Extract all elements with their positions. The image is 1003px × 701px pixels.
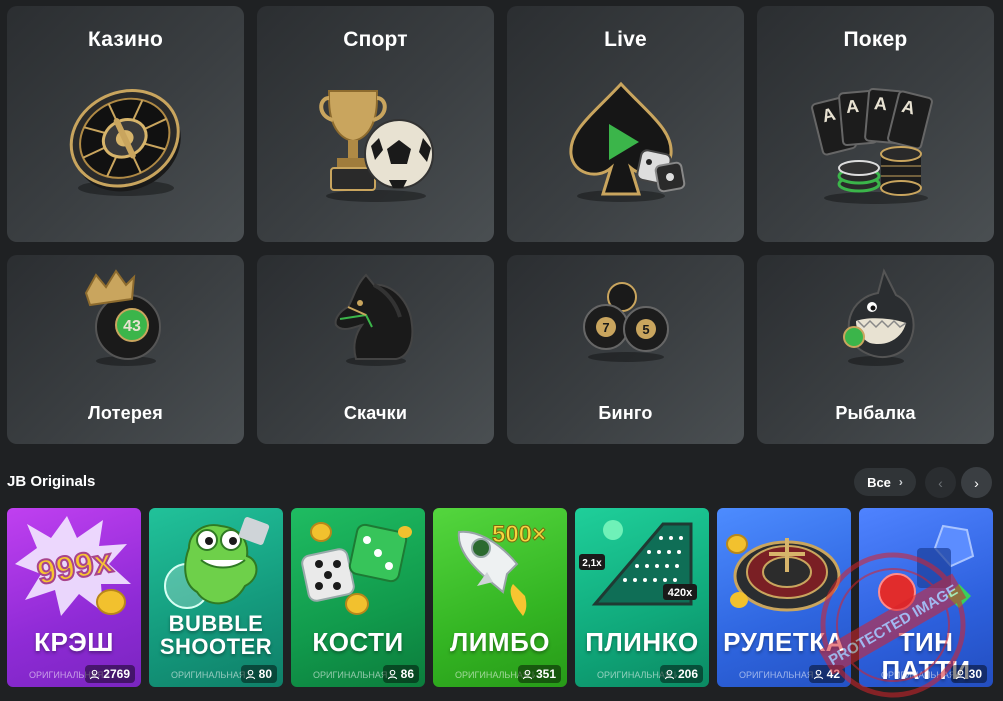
category-sport[interactable]: Спорт xyxy=(257,6,494,242)
spade-play-icon xyxy=(568,81,685,202)
originals-carousel: 999x КРЭШ ОРИГИНАЛЬНАЯ ИГРА 2769 BUBBLE … xyxy=(7,508,993,687)
multiplier-text: 420x xyxy=(668,587,693,599)
category-live[interactable]: Live xyxy=(507,6,744,242)
carousel-prev-button[interactable]: ‹ xyxy=(925,467,956,498)
player-count: 80 xyxy=(258,667,272,681)
game-title: КРЭШ xyxy=(34,627,114,657)
user-icon xyxy=(955,669,965,679)
chevron-right-icon: › xyxy=(974,474,979,491)
category-lottery[interactable]: 43 Лотерея xyxy=(7,255,244,444)
originals-header: JB Originals Все › ‹ › xyxy=(7,466,994,498)
user-icon xyxy=(245,669,255,679)
category-label: Покер xyxy=(843,28,908,51)
game-title: BUBBLE SHOOTER xyxy=(159,611,273,659)
horse-head-icon xyxy=(334,273,413,366)
game-card-roulette[interactable]: РУЛЕТКА ОРИГИНАЛЬНАЯ ИГРА 42 xyxy=(717,508,851,687)
category-label: Спорт xyxy=(343,28,408,51)
player-count: 42 xyxy=(826,667,840,681)
rocket-art: 500× xyxy=(457,521,547,616)
roulette-wheel-icon xyxy=(69,89,181,196)
user-icon xyxy=(813,669,823,679)
category-poker[interactable]: Покер A A A A xyxy=(757,6,994,242)
bingo-ball-number: 5 xyxy=(642,322,649,337)
user-icon xyxy=(387,669,397,679)
player-count-badge: 42 xyxy=(808,665,845,683)
category-label: Казино xyxy=(87,28,164,51)
roulette-art xyxy=(726,534,841,612)
section-title: JB Originals xyxy=(7,473,96,490)
player-count-badge: 30 xyxy=(950,665,987,683)
player-count-badge: 206 xyxy=(659,665,703,683)
dice-art xyxy=(301,522,412,615)
playing-cards-chips-icon: A A A A xyxy=(810,87,933,204)
category-label: Скачки xyxy=(343,403,408,423)
lottery-ball-number: 43 xyxy=(123,318,141,335)
player-count: 86 xyxy=(400,667,414,681)
category-label: Live xyxy=(604,28,647,51)
category-casino[interactable]: Казино xyxy=(7,6,244,242)
trophy-football-icon xyxy=(318,90,434,202)
user-icon xyxy=(90,669,100,679)
game-title: ЛИМБО xyxy=(450,627,550,657)
user-icon xyxy=(664,669,675,679)
crash-art: 999x xyxy=(15,516,131,616)
category-label: Бинго xyxy=(598,403,653,423)
game-card-bubble-shooter[interactable]: BUBBLE SHOOTER ОРИГИНАЛЬНАЯ ИГРА 80 xyxy=(149,508,283,687)
multiplier-text: 2,1x xyxy=(582,558,602,569)
player-count: 2769 xyxy=(103,667,130,681)
bingo-ball-number: 7 xyxy=(602,320,609,335)
category-fishing[interactable]: Рыбалка xyxy=(757,255,994,444)
player-count: 30 xyxy=(968,667,982,681)
player-count-badge: 2769 xyxy=(85,665,135,683)
crocodile-art xyxy=(164,517,270,609)
svg-text:A: A xyxy=(845,96,860,117)
player-count: 351 xyxy=(535,667,556,681)
view-all-button[interactable]: Все › xyxy=(854,468,916,496)
bingo-balls-icon: 7 5 xyxy=(582,282,669,362)
category-bingo[interactable]: 7 5 Бинго xyxy=(507,255,744,444)
player-count-badge: 351 xyxy=(517,665,561,683)
carousel-next-button[interactable]: › xyxy=(961,467,992,498)
game-subtitle: ОРИГИНАЛЬНАЯ ИГРА xyxy=(171,670,251,680)
plinko-board-art: 2,1x 420x xyxy=(579,520,697,606)
game-card-plinko[interactable]: 2,1x 420x ПЛИНКО ОРИГИНАЛЬНАЯ ИГРА 206 xyxy=(575,508,709,687)
game-card-teen-patti[interactable]: ТИН ПАТТИ ОРИГИНАЛЬНАЯ ИГРА 30 xyxy=(859,508,993,687)
game-subtitle: ОРИГИНАЛЬНАЯ ИГРА xyxy=(881,670,961,680)
gems-art xyxy=(878,524,975,611)
player-count: 206 xyxy=(677,667,698,681)
svg-text:A: A xyxy=(873,93,888,114)
category-horse-racing[interactable]: Скачки xyxy=(257,255,494,444)
view-all-label: Все xyxy=(867,474,891,490)
category-label: Рыбалка xyxy=(835,403,916,423)
player-count-badge: 86 xyxy=(382,665,419,683)
chevron-left-icon: ‹ xyxy=(938,474,943,491)
game-title: РУЛЕТКА xyxy=(723,627,845,657)
game-card-crash[interactable]: 999x КРЭШ ОРИГИНАЛЬНАЯ ИГРА 2769 xyxy=(7,508,141,687)
category-label: Лотерея xyxy=(88,403,163,423)
player-count-badge: 80 xyxy=(240,665,277,683)
chevron-right-icon: › xyxy=(898,475,903,489)
game-card-limbo[interactable]: 500× ЛИМБО ОРИГИНАЛЬНАЯ ИГРА 351 xyxy=(433,508,567,687)
game-subtitle: ОРИГИНАЛЬНАЯ ИГРА xyxy=(739,670,819,680)
shark-icon xyxy=(842,268,914,366)
multiplier-text: 500× xyxy=(492,521,546,548)
lottery-ball-crown-icon: 43 xyxy=(84,269,161,366)
game-subtitle: ОРИГИНАЛЬНАЯ ИГРА xyxy=(313,670,393,680)
game-title: ПЛИНКО xyxy=(585,627,699,657)
game-title: КОСТИ xyxy=(312,627,404,657)
user-icon xyxy=(522,669,533,679)
category-grid: Казино Спорт Live Покер A A A A 43 Лотер… xyxy=(7,6,994,444)
game-card-dice[interactable]: КОСТИ ОРИГИНАЛЬНАЯ ИГРА 86 xyxy=(291,508,425,687)
